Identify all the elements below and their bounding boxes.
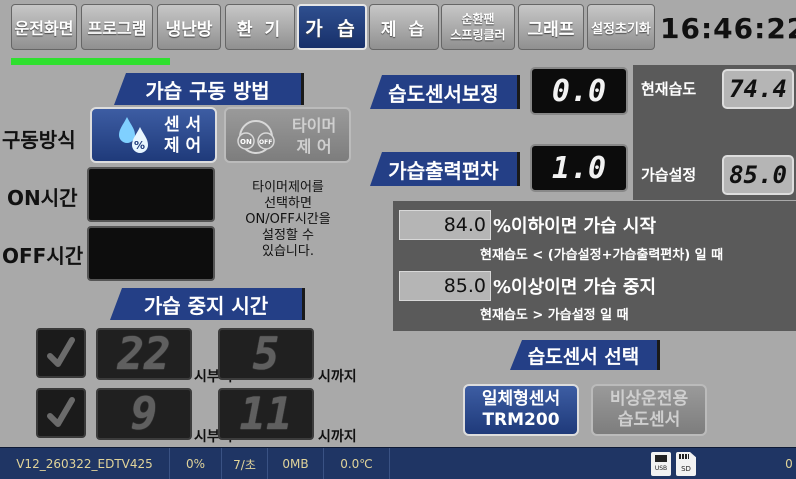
tab-fan-label: 순환팬 [461, 12, 495, 26]
sd-label: SD [681, 465, 691, 473]
stop-time-title: 가습 중지 시간 [110, 288, 305, 320]
status-temp: 0.0℃ [324, 448, 390, 479]
svg-text:OFF: OFF [259, 139, 272, 146]
stop-time-row2-checkbox[interactable] [36, 388, 86, 438]
stop-time-row1-from[interactable]: 22 [96, 328, 192, 380]
usb-icon: USB [651, 452, 671, 476]
start-condition-main: %이하이면 가습 시작 [493, 216, 657, 237]
humidity-drop-icon: % [119, 117, 148, 153]
timer-note-line: 선택하면 [264, 196, 312, 211]
timer-note: 타이머제어를 선택하면 ON/OFF시간을 설정할 수 있습니다. [228, 180, 348, 260]
stop-condition-main: %이상이면 가습 중지 [493, 277, 657, 298]
sensor-control-button[interactable]: % 센 서 제 어 [90, 107, 217, 163]
current-humidity-label: 현재습도 [641, 80, 697, 98]
emergency-sensor-line2: 습도센서 [617, 410, 681, 430]
integrated-sensor-button[interactable]: 일체형센서 TRM200 [463, 384, 579, 436]
stop-condition-sub: 현재습도 > 가습설정 일 때 [480, 308, 629, 323]
tab-humidify[interactable]: 가 습 [297, 4, 367, 50]
sensor-select-title: 습도센서 선택 [510, 340, 660, 370]
current-humidity-value: 74.4 [722, 69, 794, 109]
stop-time-row1-checkbox[interactable] [36, 328, 86, 378]
tab-ventilation[interactable]: 환 기 [225, 4, 295, 50]
status-bar: V12_260322_EDTV425 0% 7/초 0MB 0.0℃ USB S… [0, 447, 796, 479]
off-time-field[interactable] [87, 226, 215, 281]
clock: 16:46:22 [660, 11, 796, 45]
tab-fan-sprinkler[interactable]: 순환팬 스프링클러 [441, 4, 515, 50]
checkmark-icon [47, 337, 75, 367]
status-memory: 0MB [268, 448, 324, 479]
stop-time-row1-to-suffix: 시까지 [318, 369, 357, 385]
tab-graph[interactable]: 그래프 [518, 4, 584, 50]
stop-time-row1-to[interactable]: 5 [218, 328, 314, 380]
on-time-label: ON시간 [7, 186, 78, 210]
humid-setting-label: 가습설정 [641, 166, 697, 184]
svg-text:ON: ON [240, 138, 252, 146]
timer-note-line: 설정할 수 [262, 228, 314, 243]
sensor-calib-label: 습도센서보정 [370, 75, 520, 109]
on-time-field[interactable] [87, 167, 215, 222]
tab-dehumidify[interactable]: 제 습 [369, 4, 439, 50]
status-rate: 7/초 [222, 448, 268, 479]
sensor-control-line2: 제 어 [164, 136, 202, 156]
emergency-sensor-button[interactable]: 비상운전용 습도센서 [591, 384, 707, 436]
status-right-value: 0 [785, 457, 793, 471]
stop-time-row2-to[interactable]: 11 [218, 388, 314, 440]
timer-control-button[interactable]: ON OFF 타이머 제 어 [224, 107, 351, 163]
tab-operation[interactable]: 운전화면 [11, 4, 77, 50]
timer-note-line: 타이머제어를 [252, 180, 324, 195]
timer-control-line1: 타이머 [292, 116, 337, 135]
timer-note-line: 있습니다. [262, 244, 314, 259]
status-version: V12_260322_EDTV425 [0, 448, 170, 479]
humid-setting-value: 85.0 [722, 155, 794, 195]
sd-card-icon: SD [676, 452, 696, 476]
start-condition-sub: 현재습도 < (가습설정+가습출력편차) 일 때 [480, 248, 724, 263]
humid-method-title: 가습 구동 방법 [114, 73, 304, 105]
start-threshold-value: 84.0 [399, 210, 491, 240]
progress-bar [11, 58, 171, 65]
emergency-sensor-line1: 비상운전용 [609, 389, 689, 409]
timer-note-line: ON/OFF시간을 [245, 212, 331, 227]
tab-heating-cooling[interactable]: 냉난방 [157, 4, 221, 50]
on-off-timer-icon: ON OFF [237, 120, 275, 154]
drive-mode-label: 구동방식 [2, 128, 76, 152]
svg-text:%: % [134, 139, 145, 152]
off-time-label: OFF시간 [2, 244, 84, 268]
tab-program[interactable]: 프로그램 [81, 4, 153, 50]
output-offset-label: 가습출력편차 [370, 152, 520, 186]
tab-sprinkler-label: 스프링클러 [450, 28, 506, 42]
usb-label: USB [654, 465, 668, 472]
sensor-calib-value[interactable]: 0.0 [530, 67, 628, 115]
stop-threshold-value: 85.0 [399, 271, 491, 301]
checkmark-icon [47, 397, 75, 427]
tab-reset-settings[interactable]: 설정초기화 [587, 4, 655, 50]
stop-time-row2-to-suffix: 시까지 [318, 429, 357, 445]
output-offset-value[interactable]: 1.0 [530, 144, 628, 192]
sensor-control-line1: 센 서 [164, 115, 202, 135]
status-percent: 0% [170, 448, 222, 479]
integrated-sensor-line2: TRM200 [482, 410, 560, 430]
timer-control-line2: 제 어 [296, 137, 332, 156]
stop-time-row2-from[interactable]: 9 [96, 388, 192, 440]
integrated-sensor-line1: 일체형센서 [481, 389, 561, 409]
